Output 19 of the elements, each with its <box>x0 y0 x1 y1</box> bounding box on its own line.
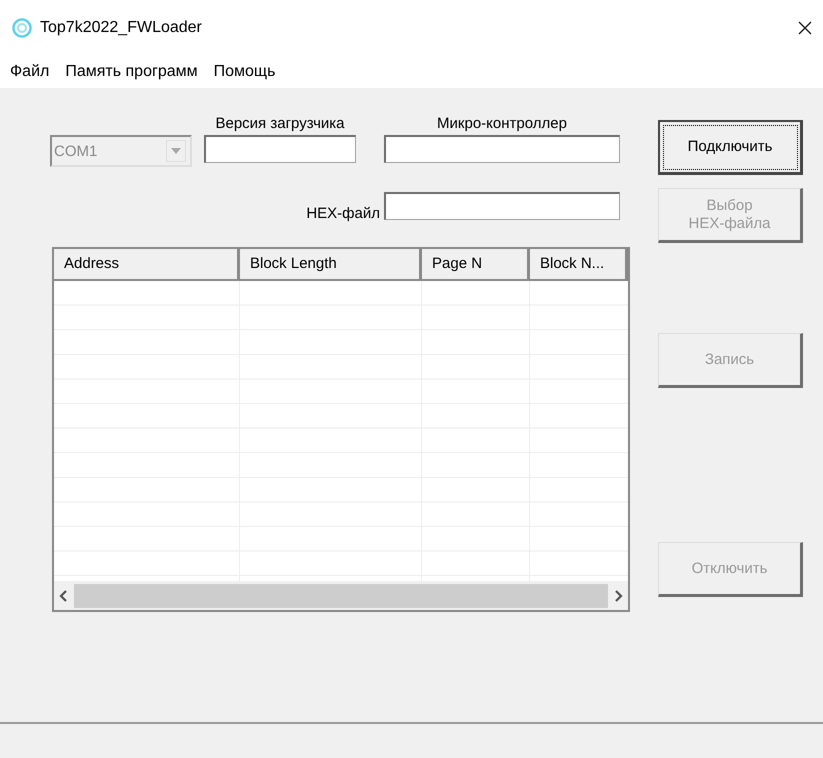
action-button[interactable]: Подключить <box>658 120 803 175</box>
field-label: Микро-контроллер <box>437 115 567 134</box>
field-label: HEX-файл <box>306 205 380 222</box>
field-label: Версия загрузчика <box>215 115 345 134</box>
input-field[interactable] <box>204 135 356 163</box>
horizontal-scrollbar[interactable] <box>54 581 628 610</box>
column-header[interactable]: Address <box>54 249 240 281</box>
close-icon[interactable] <box>797 20 813 36</box>
app-icon <box>12 18 32 38</box>
window-title: Top7k2022_FWLoader <box>40 18 203 36</box>
column-header[interactable]: Page N <box>422 249 530 281</box>
column-header[interactable]: Block Length <box>240 249 422 281</box>
input-field[interactable] <box>384 192 620 220</box>
menu-item[interactable]: Помощь <box>214 62 276 80</box>
input-field[interactable] <box>384 135 620 163</box>
menu-item[interactable]: Файл <box>10 62 50 80</box>
menu-item[interactable]: Память программ <box>65 62 198 80</box>
column-header[interactable]: Block N... <box>530 249 628 281</box>
caret-icon <box>171 148 181 154</box>
